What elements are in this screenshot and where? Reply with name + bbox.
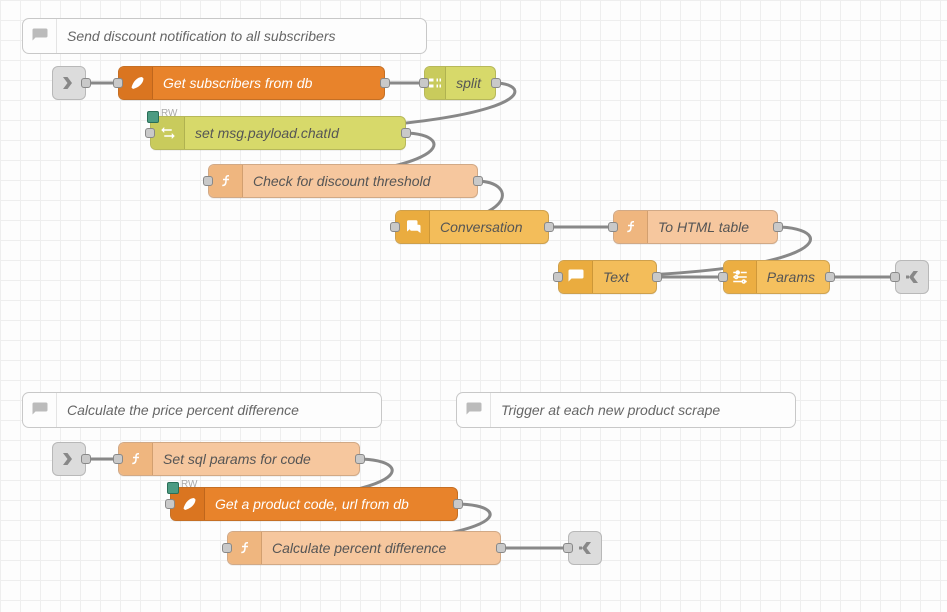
node-set-sql-params[interactable]: Set sql params for code (118, 442, 360, 476)
node-get-product[interactable]: RW Get a product code, url from db (170, 487, 458, 521)
chat-icon (396, 211, 430, 243)
node-conversation[interactable]: Conversation (395, 210, 549, 244)
status-badge (147, 111, 159, 123)
comment-flow3[interactable]: Trigger at each new product scrape (456, 392, 796, 428)
node-text[interactable]: Text (558, 260, 657, 294)
node-set-chatid[interactable]: RW set msg.payload.chatId (150, 116, 406, 150)
badge-label: RW (181, 479, 197, 490)
node-label: Get a product code, url from db (205, 496, 423, 512)
function-icon (614, 211, 648, 243)
node-split[interactable]: split (424, 66, 496, 100)
link-out-flow1[interactable] (895, 260, 929, 294)
link-in-flow1[interactable] (52, 66, 86, 100)
badge-label: RW (161, 108, 177, 119)
node-label: Set sql params for code (153, 451, 325, 467)
comment-icon (457, 393, 491, 427)
node-get-subscribers[interactable]: Get subscribers from db (118, 66, 385, 100)
comment-flow2[interactable]: Calculate the price percent difference (22, 392, 382, 428)
node-label: Check for discount threshold (243, 173, 444, 189)
function-icon (228, 532, 262, 564)
comment-icon (23, 19, 57, 53)
message-icon (559, 261, 593, 293)
feather-icon (119, 67, 153, 99)
node-label: split (446, 75, 495, 91)
node-label: Params (757, 269, 829, 285)
link-out-flow2[interactable] (568, 531, 602, 565)
node-calc-percent[interactable]: Calculate percent difference (227, 531, 501, 565)
node-label: To HTML table (648, 219, 763, 235)
comment-label: Calculate the price percent difference (57, 402, 315, 418)
comment-flow1[interactable]: Send discount notification to all subscr… (22, 18, 427, 54)
node-params[interactable]: Params (723, 260, 830, 294)
node-label: Calculate percent difference (262, 540, 460, 556)
node-label: Conversation (430, 219, 537, 235)
node-check-threshold[interactable]: Check for discount threshold (208, 164, 478, 198)
node-to-html-table[interactable]: To HTML table (613, 210, 778, 244)
node-label: Text (593, 269, 643, 285)
comment-label: Send discount notification to all subscr… (57, 28, 351, 44)
comment-label: Trigger at each new product scrape (491, 402, 736, 418)
comment-icon (23, 393, 57, 427)
sliders-icon (724, 261, 757, 293)
node-label: Get subscribers from db (153, 75, 326, 91)
status-badge (167, 482, 179, 494)
function-icon (119, 443, 153, 475)
link-in-flow2[interactable] (52, 442, 86, 476)
node-label: set msg.payload.chatId (185, 125, 353, 141)
function-icon (209, 165, 243, 197)
